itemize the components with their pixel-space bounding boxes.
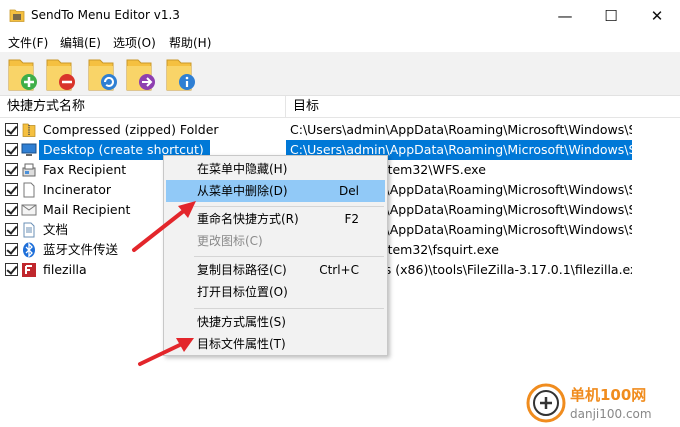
menu-options[interactable]: 选项(O) — [113, 34, 156, 51]
menu-item-label: 从菜单中删除(D) — [197, 184, 288, 198]
folder-refresh-icon — [88, 59, 117, 91]
window-title: SendTo Menu Editor v1.3 — [31, 8, 180, 22]
menu-item-label: 重命名快捷方式(R) — [197, 212, 299, 226]
row-name: 文档 — [43, 222, 69, 237]
remove-shortcut-button[interactable] — [44, 56, 78, 92]
menu-item-label: 更改图标(C) — [197, 234, 263, 248]
maximize-button[interactable]: ☐ — [588, 0, 634, 32]
row-name: Compressed (zipped) Folder — [43, 122, 219, 137]
send-button[interactable] — [124, 56, 158, 92]
folder-info-icon — [166, 59, 195, 91]
row-checkbox[interactable] — [5, 203, 18, 216]
menu-item-label: 在菜单中隐藏(H) — [197, 162, 288, 176]
annotation-arrow-icon — [132, 201, 196, 252]
minimize-icon: — — [557, 7, 573, 25]
row-name: Fax Recipient — [43, 162, 127, 177]
row-checkbox[interactable] — [5, 123, 18, 136]
app-icon — [9, 9, 25, 22]
menu-help[interactable]: 帮助(H) — [169, 34, 211, 51]
menu-item-shortcut: Del — [339, 184, 359, 198]
menu-item-label: 复制目标路径(C) — [197, 263, 287, 277]
menu-item-copy-path[interactable]: 复制目标路径(C) Ctrl+C — [166, 259, 385, 281]
column-header-name[interactable]: 快捷方式名称 — [0, 96, 286, 118]
menu-item-label: 快捷方式属性(S) — [197, 315, 286, 329]
info-button[interactable] — [164, 56, 198, 92]
row-checkbox[interactable] — [5, 223, 18, 236]
annotation-arrow-icon — [138, 338, 194, 366]
table-row[interactable]: Compressed (zipped) Folder C:\Users\admi… — [0, 120, 632, 140]
menu-item-target-properties[interactable]: 目标文件属性(T) — [166, 333, 385, 355]
close-icon: ✕ — [650, 7, 664, 25]
documents-icon — [23, 222, 35, 238]
menu-separator — [194, 256, 384, 257]
menu-edit[interactable]: 编辑(E) — [60, 34, 101, 51]
menu-separator — [194, 206, 384, 207]
row-checkbox[interactable] — [5, 263, 18, 276]
close-button[interactable]: ✕ — [634, 0, 680, 32]
desktop-icon — [21, 143, 37, 156]
row-checkbox[interactable] — [5, 243, 18, 256]
row-checkbox[interactable] — [5, 143, 18, 156]
row-name: filezilla — [43, 262, 87, 277]
watermark-title: 单机100网 — [570, 386, 646, 404]
menu-item-label: 打开目标位置(O) — [197, 285, 288, 299]
site-watermark-logo: 单机100网 danji100.com — [526, 383, 652, 423]
folder-add-icon — [8, 59, 37, 91]
row-checkbox[interactable] — [5, 183, 18, 196]
folder-remove-icon — [46, 59, 75, 91]
row-name: Mail Recipient — [43, 202, 131, 217]
row-name: Incinerator — [43, 182, 112, 197]
row-target: C:\Users\admin\AppData\Roaming\Microsoft… — [290, 122, 632, 137]
menu-bar: 文件(F) 编辑(E) 选项(O) 帮助(H) — [0, 32, 680, 52]
folder-forward-icon — [126, 59, 155, 91]
minimize-button[interactable]: — — [542, 0, 588, 32]
fax-icon — [22, 163, 36, 177]
bluetooth-icon — [23, 242, 35, 258]
column-header-target[interactable]: 目标 — [286, 96, 680, 118]
zip-folder-icon — [22, 123, 36, 137]
maximize-icon: ☐ — [604, 7, 618, 25]
menu-item-hide[interactable]: 在菜单中隐藏(H) — [166, 158, 385, 180]
menu-separator — [194, 308, 384, 309]
title-bar: SendTo Menu Editor v1.3 — ☐ ✕ — [0, 0, 680, 32]
menu-item-shortcut: Ctrl+C — [319, 263, 359, 277]
row-name: 蓝牙文件传送 — [43, 242, 119, 257]
row-checkbox[interactable] — [5, 163, 18, 176]
add-shortcut-button[interactable] — [6, 56, 40, 92]
menu-item-shortcut-properties[interactable]: 快捷方式属性(S) — [166, 311, 385, 333]
mail-icon — [21, 204, 37, 216]
blank-document-icon — [23, 182, 35, 198]
watermark-url: danji100.com — [570, 407, 652, 421]
menu-item-label: 目标文件属性(T) — [197, 337, 286, 351]
menu-file[interactable]: 文件(F) — [8, 34, 48, 51]
refresh-button[interactable] — [86, 56, 120, 92]
menu-item-shortcut: F2 — [344, 212, 359, 226]
toolbar — [0, 52, 680, 96]
filezilla-icon — [22, 263, 36, 277]
menu-item-open-location[interactable]: 打开目标位置(O) — [166, 281, 385, 303]
